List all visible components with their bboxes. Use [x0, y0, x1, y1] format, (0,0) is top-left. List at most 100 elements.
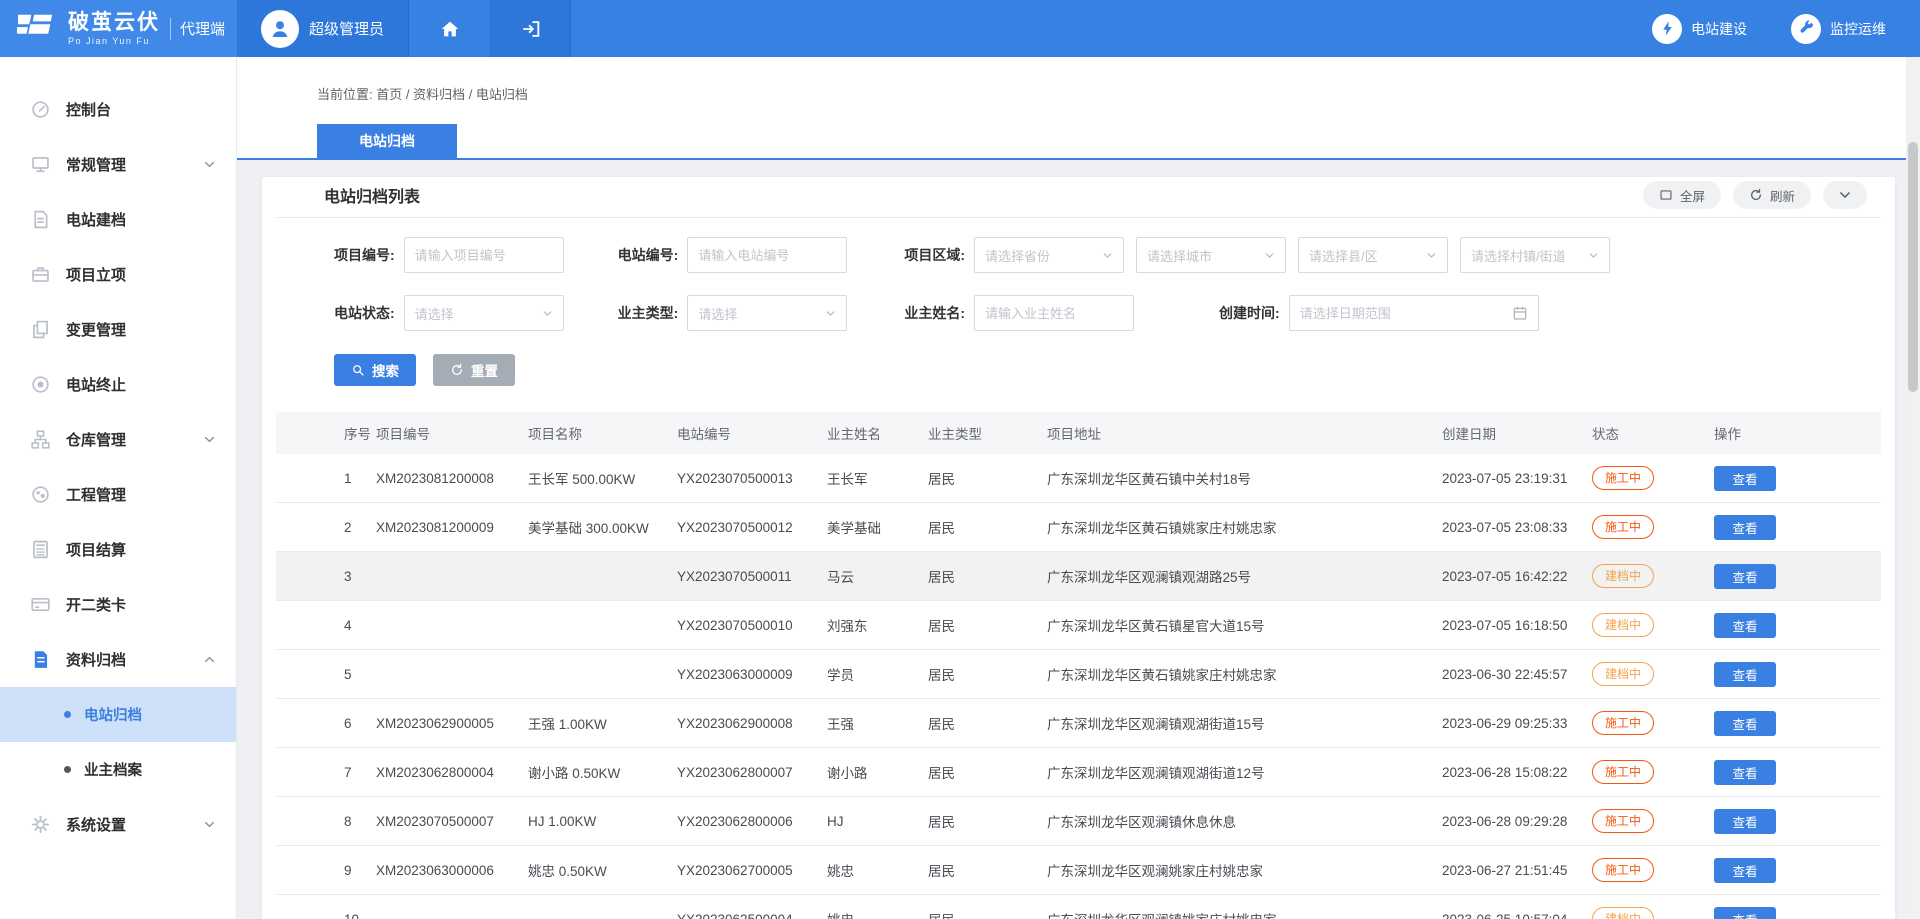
table-cell: XM2023081200008: [376, 471, 528, 486]
owner-type-select[interactable]: 请选择: [687, 295, 847, 331]
city-select[interactable]: 请选择城市: [1136, 237, 1286, 273]
status-cell: 施工中: [1592, 809, 1714, 833]
home-button[interactable]: [409, 0, 491, 57]
table-cell: 王长军 500.00KW: [528, 468, 677, 488]
filter-owner-type: 业主类型: 请选择: [618, 295, 848, 331]
view-button[interactable]: 查看: [1714, 711, 1776, 736]
sidebar-item-system-settings[interactable]: 系统设置: [0, 797, 236, 852]
tab-station-archive[interactable]: 电站归档: [317, 124, 457, 158]
scrollbar[interactable]: [1906, 57, 1920, 919]
view-button[interactable]: 查看: [1714, 907, 1776, 919]
village-select[interactable]: 请选择村镇/街道: [1460, 237, 1610, 273]
sitemap-icon: [30, 429, 51, 450]
table-cell: 居民: [928, 615, 1047, 635]
reset-button[interactable]: 重置: [433, 354, 515, 386]
sidebar-subitem-owner-archive[interactable]: 业主档案: [0, 742, 236, 797]
table-cell: 2023-06-25 10:57:04: [1442, 912, 1592, 919]
view-button[interactable]: 查看: [1714, 760, 1776, 785]
owner-name-input[interactable]: [974, 295, 1134, 331]
view-button[interactable]: 查看: [1714, 662, 1776, 687]
status-badge: 施工中: [1592, 515, 1654, 539]
sidebar-item-second-class-card[interactable]: 开二类卡: [0, 577, 236, 632]
fullscreen-button[interactable]: 全屏: [1643, 181, 1721, 209]
view-button[interactable]: 查看: [1714, 858, 1776, 883]
table-cell: 王强: [827, 713, 928, 733]
logout-button[interactable]: [491, 0, 571, 57]
action-cell: 查看: [1714, 907, 1881, 919]
view-button[interactable]: 查看: [1714, 466, 1776, 491]
table-cell: 马云: [827, 566, 928, 586]
filter-created-time: 创建时间:: [1219, 295, 1539, 331]
table-row: 7XM2023062800004谢小路 0.50KWYX202306280000…: [276, 748, 1881, 797]
view-button[interactable]: 查看: [1714, 613, 1776, 638]
logout-icon: [520, 18, 542, 40]
table-cell: 居民: [928, 566, 1047, 586]
chevron-down-icon: [203, 433, 216, 446]
view-button[interactable]: 查看: [1714, 515, 1776, 540]
scrollbar-thumb[interactable]: [1908, 142, 1918, 392]
province-select[interactable]: 请选择省份: [974, 237, 1124, 273]
filter-row-2: 电站状态: 请选择 业主类型: 请选择 业主姓名:: [334, 295, 1881, 331]
header-nav-monitor-operations[interactable]: 监控运维: [1791, 14, 1886, 44]
date-range-picker[interactable]: [1289, 295, 1539, 331]
header-nav-station-construction[interactable]: 电站建设: [1652, 14, 1747, 44]
view-button[interactable]: 查看: [1714, 809, 1776, 834]
table-cell: YX2023062900008: [677, 716, 827, 731]
sidebar-item-engineering-management[interactable]: 工程管理: [0, 467, 236, 522]
table-cell: 广东深圳龙华区黄石镇星官大道15号: [1047, 615, 1442, 635]
home-icon: [439, 18, 461, 40]
status-badge: 施工中: [1592, 466, 1654, 490]
table-cell: 6: [276, 716, 376, 731]
sidebar-item-station-termination[interactable]: 电站终止: [0, 357, 236, 412]
project-no-input[interactable]: [404, 237, 564, 273]
sidebar-item-project-settlement[interactable]: 项目结算: [0, 522, 236, 577]
sidebar-item-console[interactable]: 控制台: [0, 82, 236, 137]
status-badge: 建档中: [1592, 613, 1654, 637]
filter-station-no: 电站编号:: [618, 237, 848, 273]
sidebar-item-warehouse-management[interactable]: 仓库管理: [0, 412, 236, 467]
sidebar-item-project-initiation[interactable]: 项目立项: [0, 247, 236, 302]
action-cell: 查看: [1714, 858, 1881, 883]
chevron-down-icon: [542, 308, 553, 319]
reset-icon: [450, 363, 464, 377]
chevron-down-icon: [203, 158, 216, 171]
monitor-icon: [30, 154, 51, 175]
sidebar-item-station-filing[interactable]: 电站建档: [0, 192, 236, 247]
chevron-down-icon: [1426, 250, 1437, 261]
table-cell: 居民: [928, 713, 1047, 733]
sidebar: 控制台常规管理电站建档项目立项变更管理电站终止仓库管理工程管理项目结算开二类卡资…: [0, 57, 237, 919]
table-row: 5YX2023063000009学员居民广东深圳龙华区黄石镇姚家庄村姚忠家202…: [276, 650, 1881, 699]
table-cell: 姚忠: [827, 909, 928, 919]
table-cell: 居民: [928, 664, 1047, 684]
date-range-input[interactable]: [1300, 306, 1512, 321]
refresh-icon: [1749, 188, 1763, 202]
search-button[interactable]: 搜索: [334, 354, 416, 386]
sidebar-subitem-station-archive[interactable]: 电站归档: [0, 687, 236, 742]
record-icon: [30, 374, 51, 395]
divider: [170, 18, 171, 40]
sidebar-item-data-archive[interactable]: 资料归档: [0, 632, 236, 687]
sidebar-item-change-management[interactable]: 变更管理: [0, 302, 236, 357]
action-cell: 查看: [1714, 711, 1881, 736]
header-nav: 电站建设 监控运维: [1652, 0, 1886, 57]
action-cell: 查看: [1714, 613, 1881, 638]
table-cell: YX2023062800006: [677, 814, 827, 829]
app-title: 破茧云伏: [68, 12, 160, 34]
table-cell: 5: [276, 667, 376, 682]
action-cell: 查看: [1714, 564, 1881, 589]
view-button[interactable]: 查看: [1714, 564, 1776, 589]
action-cell: 查看: [1714, 515, 1881, 540]
column-header: 电站编号: [677, 423, 827, 443]
chevron-down-icon: [1588, 250, 1599, 261]
table-cell: 居民: [928, 762, 1047, 782]
station-no-input[interactable]: [687, 237, 847, 273]
sidebar-item-general-management[interactable]: 常规管理: [0, 137, 236, 192]
refresh-button[interactable]: 刷新: [1733, 181, 1811, 209]
station-status-select[interactable]: 请选择: [404, 295, 564, 331]
collapse-button[interactable]: [1823, 181, 1867, 209]
breadcrumb-path: 首页 / 资料归档 / 电站归档: [376, 87, 528, 102]
district-select[interactable]: 请选择县/区: [1298, 237, 1448, 273]
logo-icon: [14, 10, 60, 48]
filter-region: 项目区域: 请选择省份 请选择城市 请选择县/区 请选择村镇/街道: [904, 237, 1610, 273]
user-menu[interactable]: 超级管理员: [237, 0, 409, 57]
